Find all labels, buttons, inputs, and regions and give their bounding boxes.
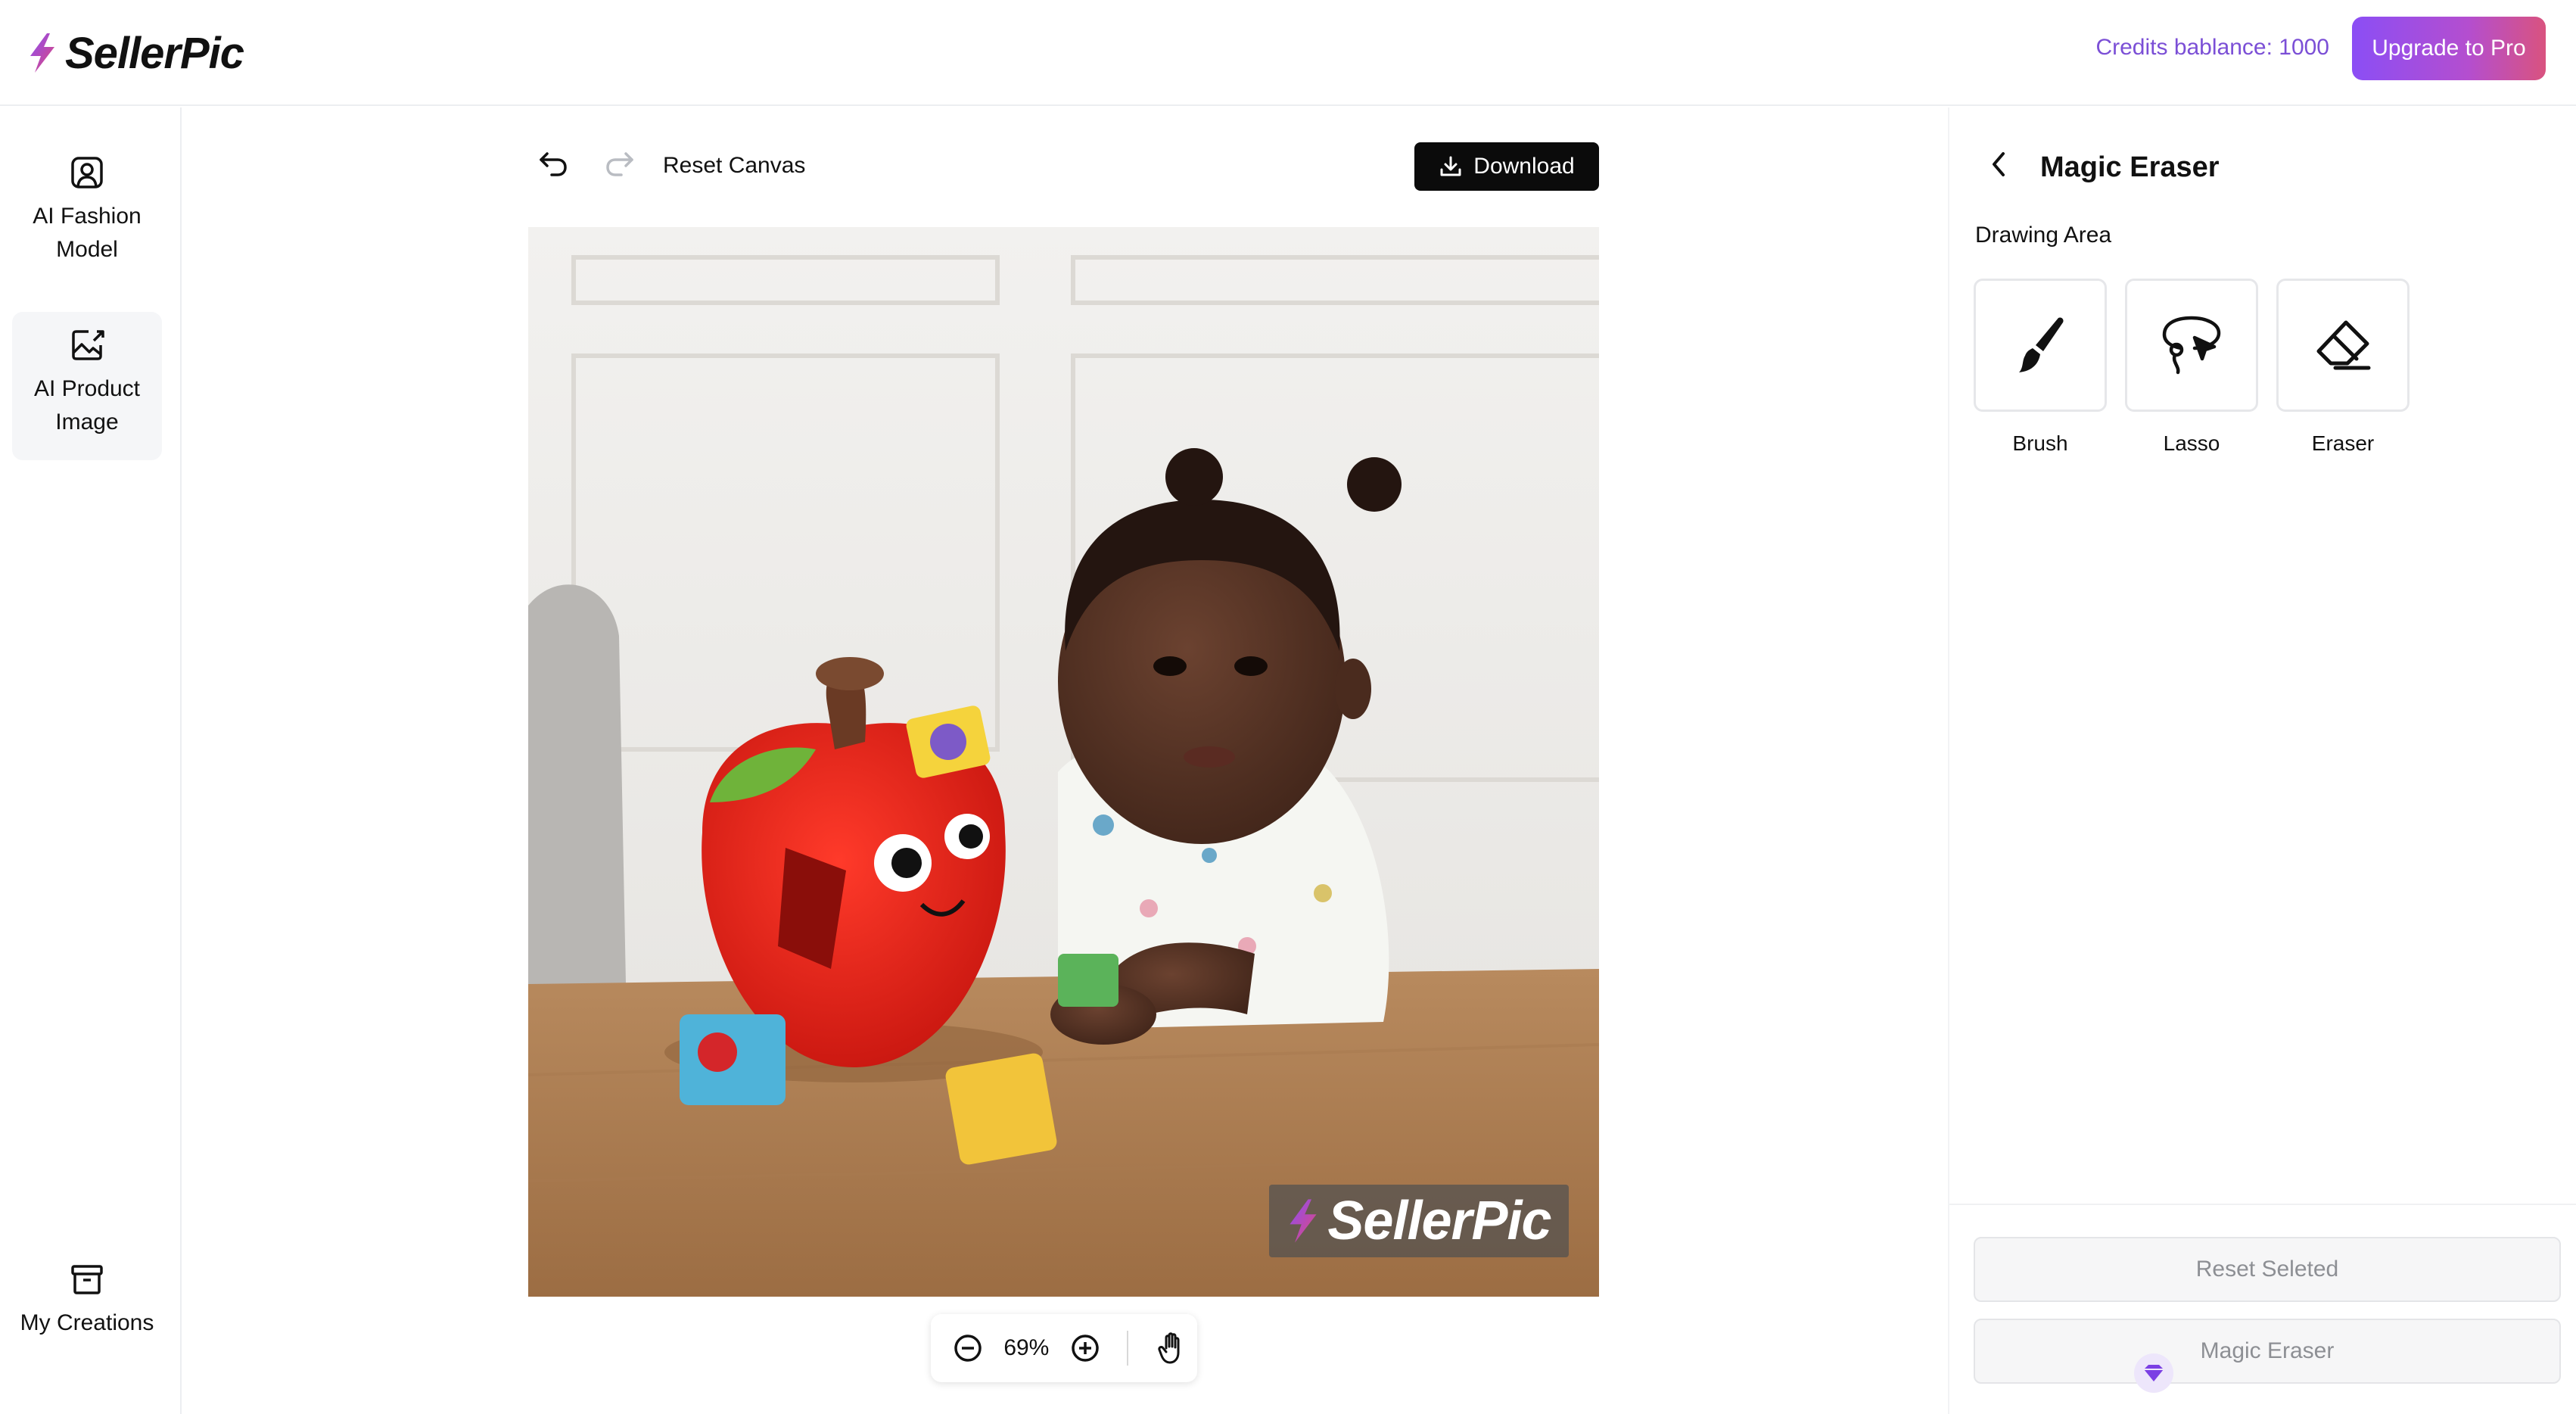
undo-icon	[540, 152, 567, 176]
sidebar-item-label: AI Product Image	[33, 376, 141, 434]
redo-button[interactable]	[599, 144, 640, 185]
tool-brush-box[interactable]	[1974, 279, 2107, 412]
credits-balance: Credits bablance: 1000	[2095, 35, 2329, 60]
user-portrait-icon	[71, 157, 103, 188]
canvas-image[interactable]: SellerPic	[528, 227, 1599, 1297]
drawing-area-label: Drawing Area	[1975, 223, 2112, 248]
lasso-icon	[2162, 316, 2221, 375]
tool-eraser[interactable]: Eraser	[2276, 279, 2410, 456]
pan-hand-button[interactable]	[1148, 1322, 1197, 1375]
left-sidebar: AI Fashion Model AI Product Image My Cre…	[0, 107, 182, 1414]
tool-brush[interactable]: Brush	[1974, 279, 2107, 456]
top-header: SellerPic Credits bablance: 1000 Upgrade…	[0, 0, 2576, 106]
eraser-icon	[2316, 320, 2371, 370]
app-logo[interactable]: SellerPic	[27, 23, 244, 83]
panel-divider	[1949, 1204, 2576, 1205]
right-panel: Magic Eraser Drawing Area Brush Lasso Er…	[1948, 107, 2576, 1414]
tool-eraser-box[interactable]	[2276, 279, 2410, 412]
undo-button[interactable]	[533, 144, 574, 185]
tool-lasso-label: Lasso	[2163, 431, 2220, 455]
tool-lasso-box[interactable]	[2125, 279, 2258, 412]
upgrade-button[interactable]: Upgrade to Pro	[2352, 17, 2546, 80]
zoom-out-button[interactable]	[943, 1322, 992, 1375]
sellerpic-bolt-icon	[30, 33, 54, 73]
panel-title: Magic Eraser	[2040, 151, 2220, 183]
sidebar-item-ai-product-image[interactable]: AI Product Image	[12, 312, 162, 460]
download-icon	[1440, 156, 1461, 176]
archive-box-icon	[71, 1265, 103, 1294]
reset-selected-button[interactable]: Reset Seleted	[1974, 1237, 2561, 1302]
reset-canvas-button[interactable]: Reset Canvas	[663, 153, 805, 179]
hand-icon	[1158, 1332, 1180, 1364]
app-name: SellerPic	[65, 28, 244, 78]
redo-icon	[606, 152, 633, 176]
sidebar-item-label: AI Fashion Model	[33, 204, 142, 262]
brush-icon	[2019, 317, 2064, 372]
sellerpic-bolt-icon	[1290, 1199, 1317, 1243]
watermark-text: SellerPic	[1327, 1191, 1551, 1251]
watermark: SellerPic	[1269, 1185, 1569, 1257]
zoom-out-icon	[954, 1335, 982, 1362]
download-button[interactable]: Download	[1414, 142, 1599, 191]
zoom-level: 69%	[1003, 1335, 1050, 1360]
tool-lasso[interactable]: Lasso	[2125, 279, 2258, 456]
sidebar-item-ai-fashion-model[interactable]: AI Fashion Model	[12, 154, 162, 306]
tool-eraser-label: Eraser	[2311, 431, 2375, 455]
zoom-divider	[1126, 1331, 1128, 1366]
image-edit-icon	[72, 330, 104, 360]
gem-icon	[2144, 1365, 2164, 1381]
tool-brush-label: Brush	[2012, 431, 2068, 455]
back-button[interactable]	[1980, 145, 2018, 183]
gem-badge-icon	[2134, 1353, 2173, 1393]
sidebar-item-label: My Creations	[20, 1310, 154, 1335]
sidebar-item-my-creations[interactable]: My Creations	[12, 1261, 162, 1359]
zoom-controls: 69%	[931, 1314, 1197, 1382]
product-photo	[528, 227, 1599, 1297]
zoom-in-button[interactable]	[1060, 1322, 1109, 1375]
download-label: Download	[1473, 154, 1575, 179]
zoom-in-icon	[1072, 1335, 1099, 1362]
chevron-left-icon	[1993, 152, 2005, 176]
magic-eraser-button[interactable]: Magic Eraser	[1974, 1319, 2561, 1384]
